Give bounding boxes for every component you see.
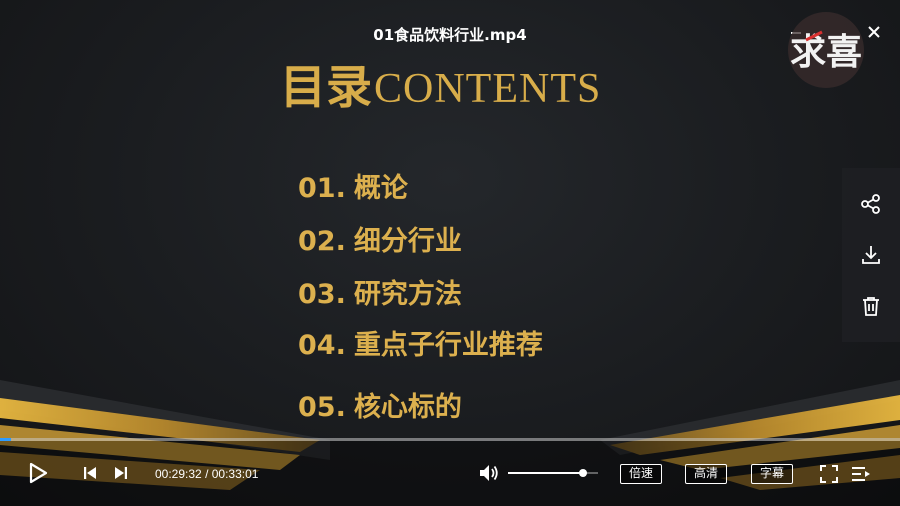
skip-back-icon [84,467,96,479]
svg-text:求喜: 求喜 [790,32,862,73]
playlist-icon [852,467,870,481]
current-time: 00:29:32 [155,467,202,481]
play-button[interactable] [24,459,52,487]
volume-slider[interactable] [508,469,598,477]
volume-level [508,472,583,474]
heading-english: CONTENTS [374,66,602,112]
trash-icon [863,297,879,317]
playlist-button[interactable] [850,463,872,485]
play-icon [29,462,48,484]
next-button[interactable] [111,463,131,483]
fullscreen-button[interactable] [818,463,840,485]
control-bar: 00:29:32 / 00:33:01 倍速 高清 字幕 [0,441,900,506]
video-title: 01食品饮料行业.mp4 [373,26,527,44]
toc-item: 01. 概论 [298,173,408,204]
watermark-logo: 求喜 [786,10,866,90]
side-toolbar [842,168,900,342]
total-time: 00:33:01 [211,467,259,481]
delete-button[interactable] [858,293,884,319]
slide-heading: 目录 CONTENTS [280,56,601,112]
quality-button[interactable]: 高清 [685,464,728,484]
toc-item: 03. 研究方法 [298,279,462,310]
close-icon [868,26,880,38]
subtitle-button[interactable]: 字幕 [751,464,794,484]
volume-icon [480,465,498,481]
download-button[interactable] [858,242,884,268]
toc-item: 05. 核心标的 [298,392,462,423]
previous-button[interactable] [80,463,100,483]
heading-chinese: 目录 [280,60,372,114]
toc-item: 02. 细分行业 [298,226,462,257]
share-icon [861,193,880,214]
volume-knob[interactable] [578,469,587,477]
skip-forward-icon [115,467,127,479]
fullscreen-icon [820,465,838,483]
video-player[interactable]: 01食品饮料行业.mp4 求喜 目录 CONTENTS 01. 概论 02. 细分行… [0,0,900,506]
share-button[interactable] [858,191,884,217]
download-icon [862,245,880,264]
toc-item: 04. 重点子行业推荐 [298,330,543,361]
volume-button[interactable] [478,462,500,484]
time-display: 00:29:32 / 00:33:01 [155,467,259,481]
speed-button[interactable]: 倍速 [620,464,663,484]
